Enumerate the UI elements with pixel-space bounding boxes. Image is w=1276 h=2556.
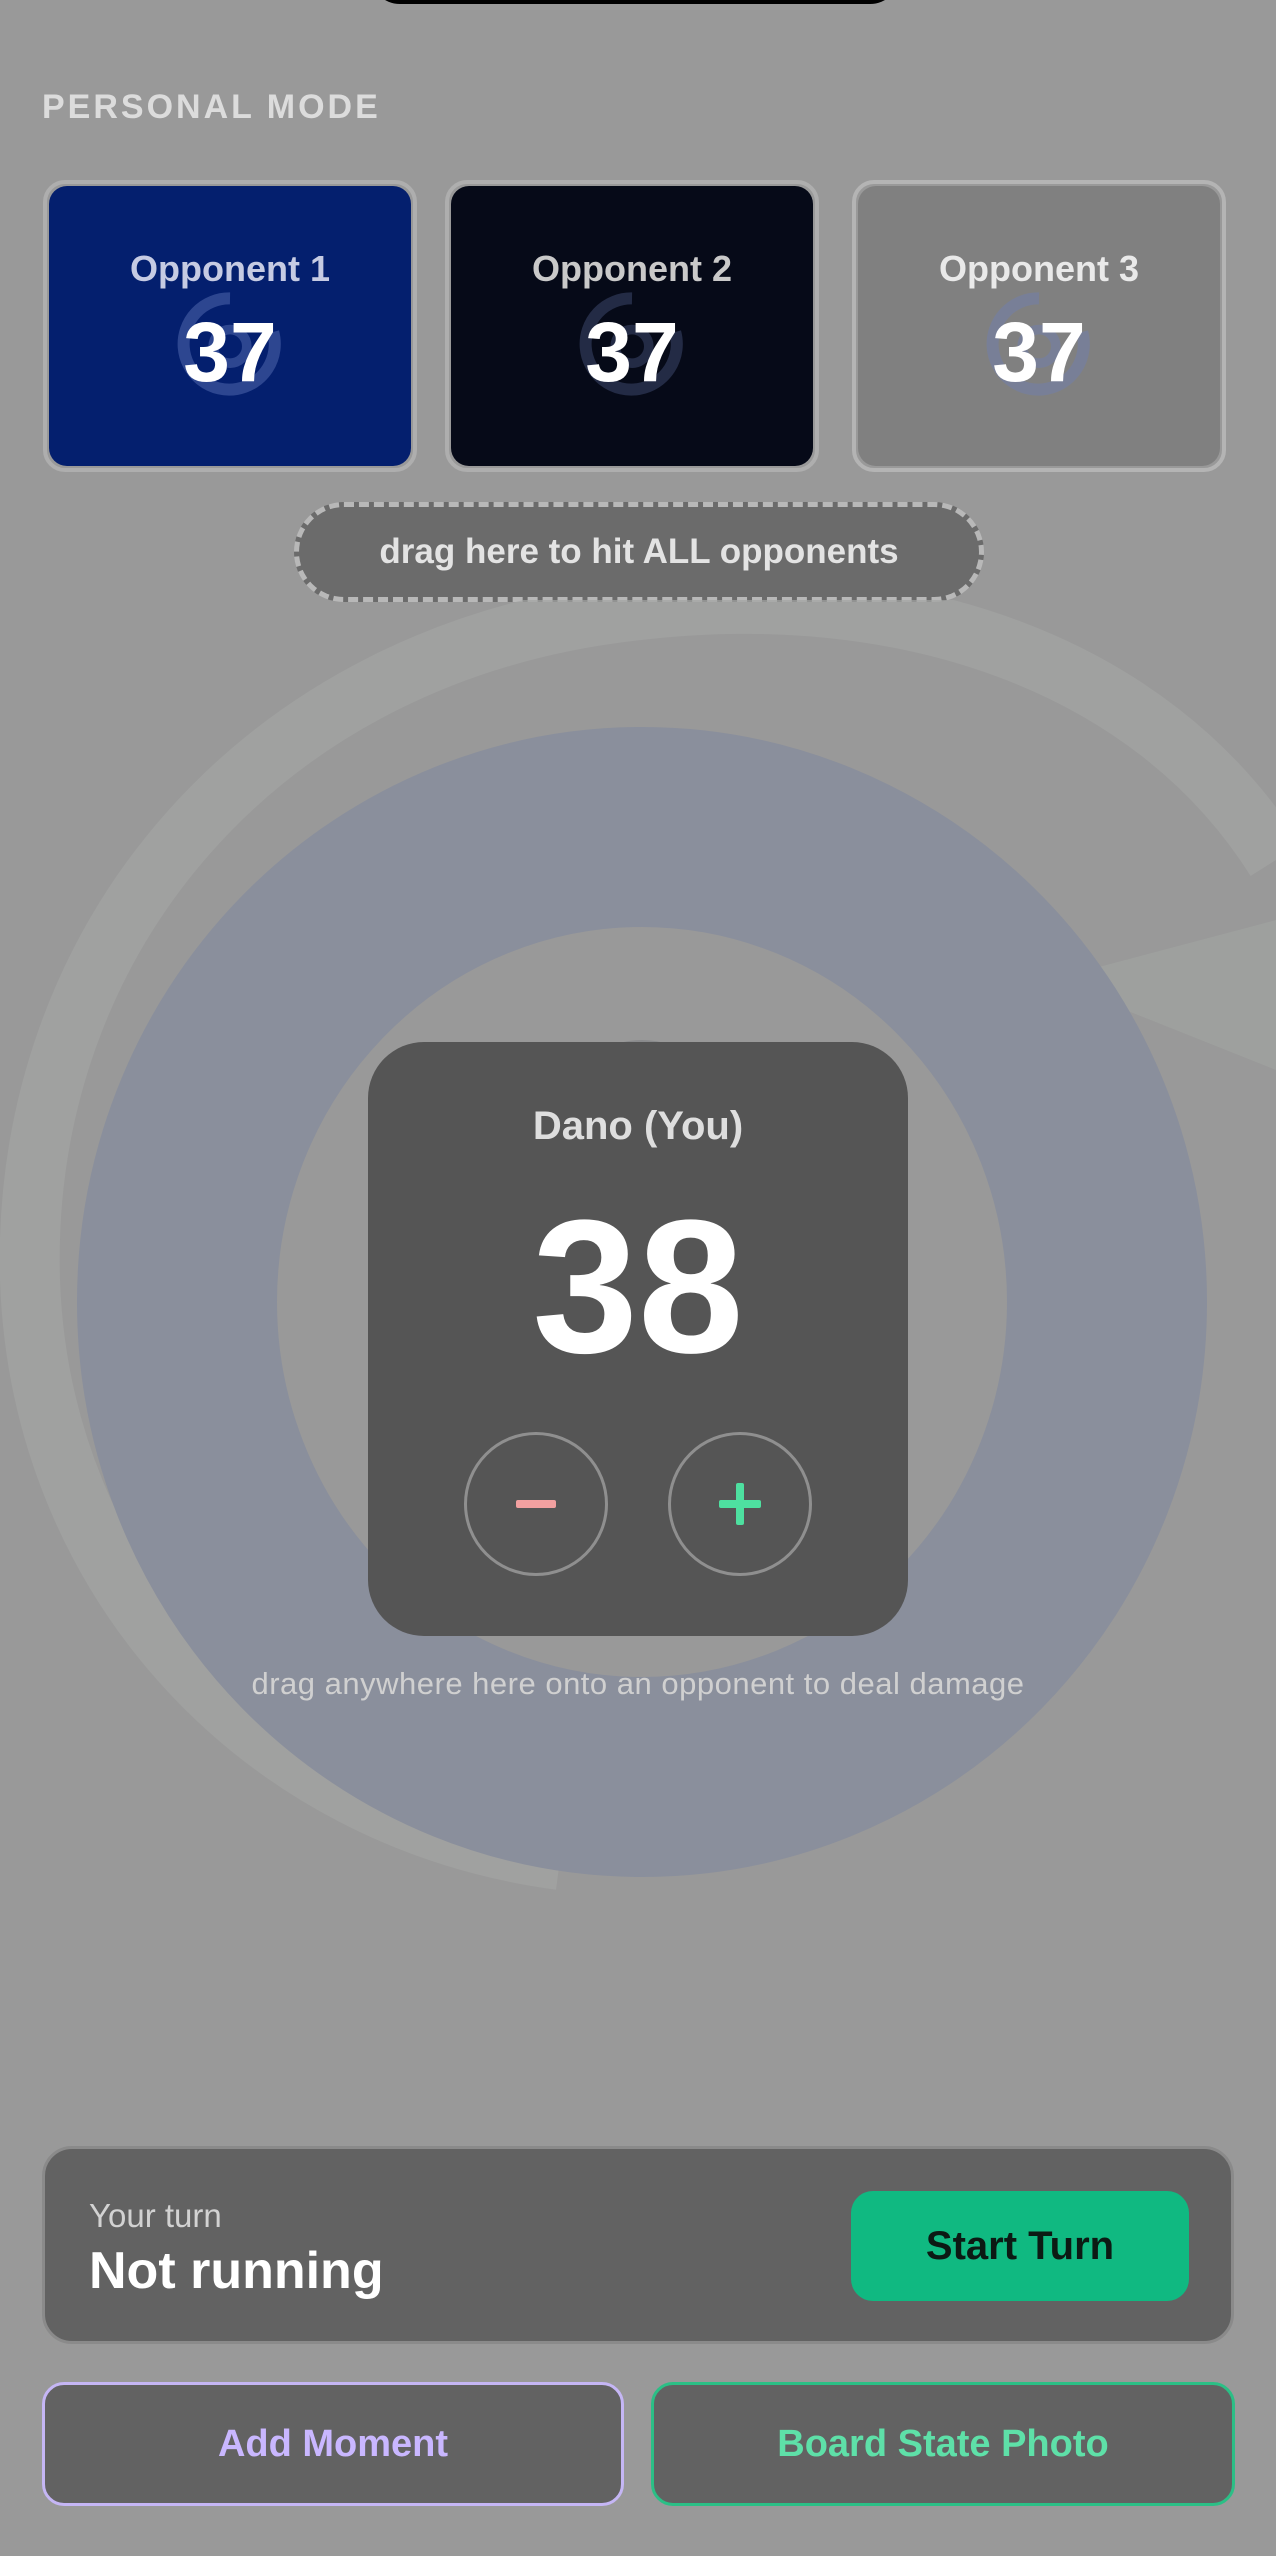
plus-icon: [719, 1483, 761, 1525]
opponent-name: Opponent 2: [532, 248, 732, 289]
turn-label: Your turn: [89, 2197, 222, 2234]
opponent-life: 37: [183, 305, 277, 399]
board-state-photo-button[interactable]: Board State Photo: [651, 2382, 1235, 2506]
opponent-card-1[interactable]: Opponent 1 37: [43, 180, 417, 472]
turn-status-panel: Your turn Not running Start Turn: [42, 2146, 1234, 2344]
start-turn-button[interactable]: Start Turn: [851, 2191, 1189, 2301]
opponent-card-3[interactable]: Opponent 3 37: [852, 180, 1226, 472]
device-notch: [370, 0, 900, 4]
opponent-life: 37: [992, 305, 1086, 399]
drag-hint-text: drag anywhere here onto an opponent to d…: [251, 1666, 1025, 1701]
opponent-name: Opponent 1: [130, 248, 330, 289]
decrement-life-button[interactable]: [464, 1432, 608, 1576]
opponent-name: Opponent 3: [939, 248, 1139, 289]
mode-label: PERSONAL MODE: [42, 88, 381, 126]
opponent-life: 37: [585, 305, 679, 399]
opponent-card-2[interactable]: Opponent 2 37: [445, 180, 819, 472]
player-life-card[interactable]: Dano (You) 38: [368, 1042, 908, 1636]
hit-all-dropzone[interactable]: drag here to hit ALL opponents: [294, 502, 984, 602]
turn-status: Not running: [89, 2242, 384, 2300]
increment-life-button[interactable]: [668, 1432, 812, 1576]
minus-icon: [516, 1500, 556, 1508]
player-life: 38: [532, 1181, 744, 1393]
player-name: Dano (You): [532, 1104, 744, 1148]
life-counter-screen: PERSONAL MODE Opponent 1 37 Opponent 2 3…: [0, 0, 1276, 2556]
add-moment-button[interactable]: Add Moment: [42, 2382, 624, 2506]
